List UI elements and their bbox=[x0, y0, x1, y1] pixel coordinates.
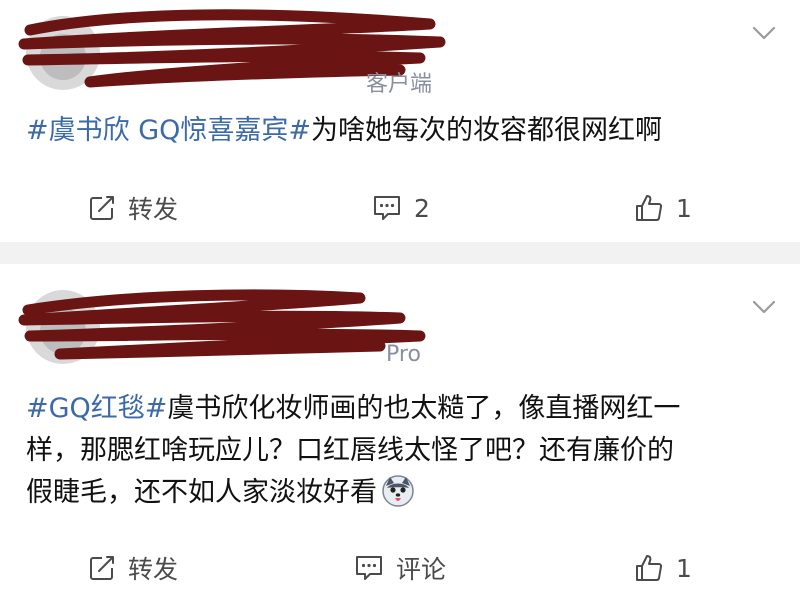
post-line: #GQ红毯#虞书欣化妆师画的也太糙了，像直播网红一 bbox=[26, 388, 766, 430]
post-source: 客户端 bbox=[366, 72, 433, 97]
like-button[interactable]: 1 bbox=[634, 178, 692, 238]
chevron-down-icon[interactable] bbox=[750, 292, 778, 320]
post-source: Pro bbox=[386, 342, 421, 367]
comment-icon bbox=[374, 196, 400, 220]
comment-button[interactable]: 评论 bbox=[354, 538, 446, 598]
repost-button[interactable]: 转发 bbox=[88, 178, 178, 238]
dog-emoji-icon bbox=[382, 475, 414, 507]
feed-separator bbox=[0, 242, 800, 264]
like-icon bbox=[636, 195, 663, 221]
repost-label: 转发 bbox=[128, 195, 179, 224]
repost-icon bbox=[90, 196, 114, 220]
like-count: 1 bbox=[676, 193, 692, 223]
topic-link[interactable]: #虞书欣 GQ惊喜嘉宾# bbox=[26, 115, 311, 146]
post-card: 客户端 #虞书欣 GQ惊喜嘉宾#为啥她每次的妆容都很网红啊 转发 2 1 bbox=[0, 0, 800, 242]
repost-icon bbox=[90, 556, 114, 580]
post-body: 假睫毛，还不如人家淡妆好看 bbox=[26, 477, 377, 508]
like-button[interactable]: 1 bbox=[634, 538, 692, 598]
post-line: 样，那腮红啥玩应儿？口红唇线太怪了吧？还有廉价的 bbox=[26, 435, 674, 466]
repost-button[interactable]: 转发 bbox=[88, 538, 178, 598]
like-count: 1 bbox=[676, 553, 692, 583]
action-bar: 转发 评论 1 bbox=[0, 538, 800, 598]
repost-label: 转发 bbox=[128, 555, 179, 584]
post-text: #GQ红毯#虞书欣化妆师画的也太糙了，像直播网红一 样，那腮红啥玩应儿？口红唇线… bbox=[26, 388, 766, 514]
comment-count: 2 bbox=[414, 193, 430, 223]
post-body: 虞书欣化妆师画的也太糙了，像直播网红一 bbox=[167, 393, 681, 424]
chevron-down-icon[interactable] bbox=[750, 18, 778, 46]
post-card: Pro #GQ红毯#虞书欣化妆师画的也太糙了，像直播网红一 样，那腮红啥玩应儿？… bbox=[0, 264, 800, 598]
post-body: 为啥她每次的妆容都很网红啊 bbox=[311, 115, 663, 146]
comment-label: 评论 bbox=[396, 555, 447, 584]
topic-link[interactable]: #GQ红毯# bbox=[26, 393, 167, 424]
post-line: 假睫毛，还不如人家淡妆好看 bbox=[26, 472, 766, 514]
like-icon bbox=[636, 555, 663, 581]
post-text: #虞书欣 GQ惊喜嘉宾#为啥她每次的妆容都很网红啊 bbox=[26, 110, 662, 152]
comment-icon bbox=[356, 556, 382, 580]
comment-button[interactable]: 2 bbox=[372, 178, 430, 238]
redaction-scribble bbox=[18, 289, 426, 360]
action-bar: 转发 2 1 bbox=[0, 178, 800, 238]
